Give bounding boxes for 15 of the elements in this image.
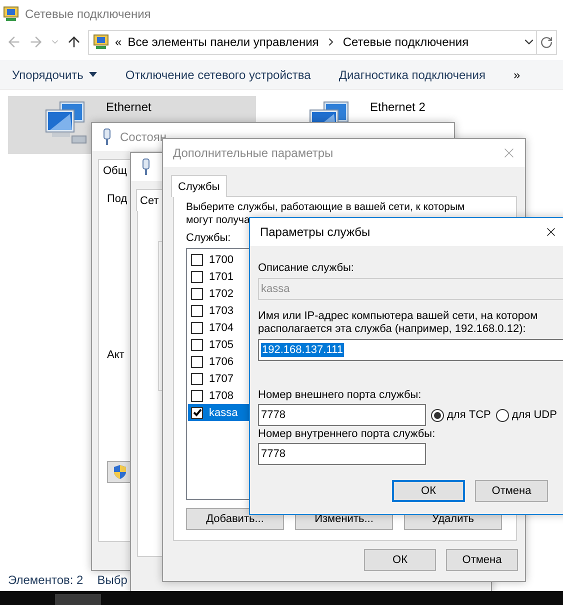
field-label: Описание службы: [258, 262, 354, 275]
status-text: Выбр [97, 573, 128, 587]
dialog-title: Состоян [120, 130, 166, 144]
field-label: Номер внешнего порта службы: [258, 389, 422, 402]
section-label: Под [107, 193, 128, 205]
field-label: Имя или IP-адрес компьютера вашей сети, на котором располагается эта служба (например, 192.168.0.12): [258, 310, 539, 336]
list-label: Службы: [186, 232, 231, 245]
status-text: Элементов: 2 [8, 573, 84, 587]
field-label: Номер внутреннего порта службы: [258, 428, 436, 441]
window-title: Сетевые подключения [25, 7, 151, 21]
instruction-text: могут получа [186, 214, 251, 227]
instruction-text: Выберите службы, работающие в вашей сети, к которым [186, 201, 466, 214]
dialog-title: Дополнительные параметры [173, 146, 334, 160]
section-label: Акт [107, 349, 124, 361]
dialog-title: Параметры службы [260, 225, 370, 239]
